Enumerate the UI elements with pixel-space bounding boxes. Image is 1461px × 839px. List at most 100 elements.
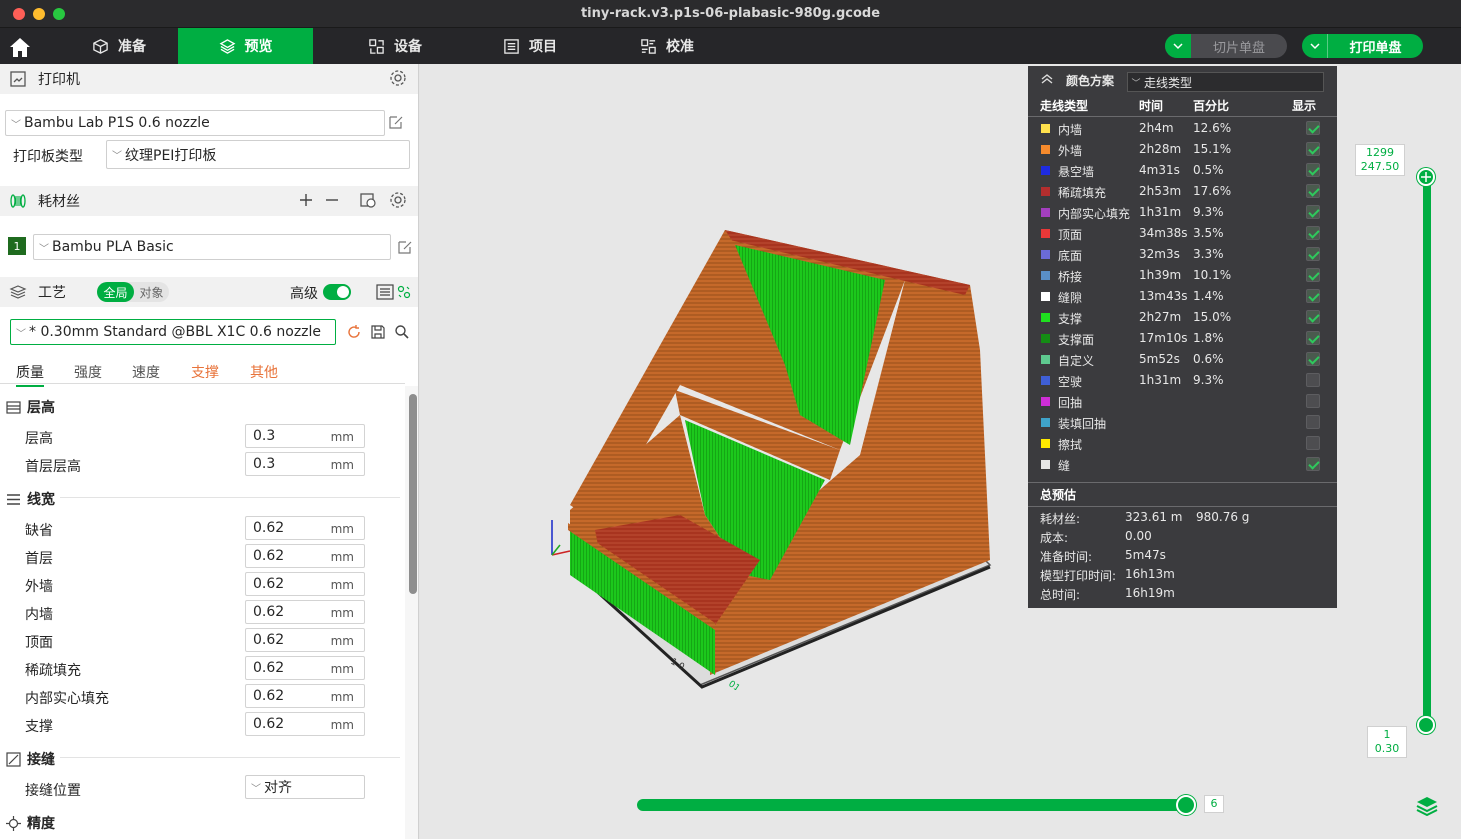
tab-preview[interactable]: 预览 xyxy=(178,28,313,64)
legend-visibility-checkbox[interactable] xyxy=(1306,310,1320,324)
legend-feature-name: 底面 xyxy=(1058,249,1083,263)
line-width-sparse-infill-input[interactable]: 0.62 mm xyxy=(245,656,365,680)
legend-feature-time: 2h28m xyxy=(1139,142,1182,156)
layers-icon xyxy=(219,38,235,54)
line-width-value: 0.62 xyxy=(253,520,285,536)
legend-feature-time: 4m31s xyxy=(1139,163,1180,177)
layer-height-input[interactable]: 0.3 mm xyxy=(245,424,365,448)
tab-prepare[interactable]: 准备 xyxy=(60,28,178,64)
process-compare-icon[interactable] xyxy=(397,285,411,299)
legend-visibility-checkbox[interactable] xyxy=(1306,331,1320,345)
remove-filament-icon[interactable] xyxy=(325,193,339,207)
legend-visibility-checkbox[interactable] xyxy=(1306,289,1320,303)
filament-settings-gear-icon[interactable] xyxy=(389,191,407,209)
line-width-solid-infill-input[interactable]: 0.62 mm xyxy=(245,684,365,708)
summary-filament-weight: 980.76 g xyxy=(1196,510,1250,524)
settings-scrollbar[interactable] xyxy=(409,394,417,594)
tab-project-label: 项目 xyxy=(529,39,557,55)
edit-filament-icon[interactable] xyxy=(397,239,413,255)
line-width-default-input[interactable]: 0.62 mm xyxy=(245,516,365,540)
legend-feature-percent: 9.3% xyxy=(1193,373,1224,387)
print-plate-button[interactable]: 打印单盘 xyxy=(1302,34,1423,58)
legend-visibility-checkbox[interactable] xyxy=(1306,163,1320,177)
plate-type-select[interactable]: ﹀ 纹理PEI打印板 xyxy=(106,140,410,169)
line-width-outer-wall-input[interactable]: 0.62 mm xyxy=(245,572,365,596)
advanced-switch[interactable] xyxy=(323,284,351,300)
legend-visibility-checkbox[interactable] xyxy=(1306,226,1320,240)
top-navigation: 准备 预览 设备 项目 校准 切片单盘 打印单盘 xyxy=(0,28,1461,64)
line-width-inner-wall-input[interactable]: 0.62 mm xyxy=(245,600,365,624)
tab-speed[interactable]: 速度 xyxy=(132,362,160,382)
legend-visibility-checkbox[interactable] xyxy=(1306,373,1320,387)
chevron-down-icon xyxy=(1173,42,1183,49)
process-scope-toggle[interactable]: 全局 对象 xyxy=(97,282,169,302)
legend-visibility-checkbox[interactable] xyxy=(1306,247,1320,261)
tab-strength[interactable]: 强度 xyxy=(74,362,102,382)
legend-visibility-checkbox[interactable] xyxy=(1306,436,1320,450)
plus-icon xyxy=(1421,172,1431,182)
scope-object-option[interactable]: 对象 xyxy=(134,282,169,302)
color-scheme-label: 颜色方案 xyxy=(1066,74,1115,88)
legend-visibility-checkbox[interactable] xyxy=(1306,142,1320,156)
legend-color-swatch xyxy=(1041,271,1050,280)
legend-visibility-checkbox[interactable] xyxy=(1306,121,1320,135)
legend-visibility-checkbox[interactable] xyxy=(1306,184,1320,198)
filament-slot-badge[interactable]: 1 xyxy=(8,237,26,255)
tab-others[interactable]: 其他 xyxy=(250,362,278,382)
first-layer-height-input[interactable]: 0.3 mm xyxy=(245,452,365,476)
edit-printer-icon[interactable] xyxy=(388,114,404,130)
scope-global-option[interactable]: 全局 xyxy=(97,282,134,302)
move-slider-handle[interactable] xyxy=(1176,795,1196,815)
layer-slider-track[interactable] xyxy=(1423,177,1431,725)
filament-select[interactable]: ﹀ Bambu PLA Basic xyxy=(33,234,391,260)
printer-settings-gear-icon[interactable] xyxy=(389,69,407,87)
summary-model-time-value: 16h13m xyxy=(1125,567,1175,581)
process-preset-select[interactable]: ﹀ * 0.30mm Standard @BBL X1C 0.6 nozzle xyxy=(10,319,336,345)
top-layer-handle[interactable] xyxy=(1417,168,1435,186)
add-filament-icon[interactable] xyxy=(299,193,313,207)
legend-color-swatch xyxy=(1041,334,1050,343)
line-width-first-layer-input[interactable]: 0.62 mm xyxy=(245,544,365,568)
legend-visibility-checkbox[interactable] xyxy=(1306,457,1320,471)
process-list-icon[interactable] xyxy=(376,284,394,300)
tab-calibrate[interactable]: 校准 xyxy=(607,28,727,64)
filament-sync-icon[interactable] xyxy=(359,191,377,209)
filament-name-value: Bambu PLA Basic xyxy=(52,239,174,255)
layers-toggle-icon[interactable] xyxy=(1416,796,1438,816)
line-width-top-surface-input[interactable]: 0.62 mm xyxy=(245,628,365,652)
print-options-dropdown[interactable] xyxy=(1302,34,1328,58)
save-preset-icon[interactable] xyxy=(370,324,386,340)
printer-model-select[interactable]: ﹀ Bambu Lab P1S 0.6 nozzle xyxy=(5,110,385,136)
legend-feature-time: 1h31m xyxy=(1139,373,1182,387)
bottom-layer-label: 1 0.30 xyxy=(1367,726,1407,758)
gcode-preview-model[interactable]: 1 0 01 xyxy=(540,225,1000,690)
home-button[interactable] xyxy=(6,34,34,60)
color-scheme-select[interactable]: ﹀ 走线类型 xyxy=(1127,72,1324,92)
legend-visibility-checkbox[interactable] xyxy=(1306,268,1320,282)
legend-visibility-checkbox[interactable] xyxy=(1306,205,1320,219)
tab-project[interactable]: 项目 xyxy=(470,28,590,64)
line-width-support-input[interactable]: 0.62 mm xyxy=(245,712,365,736)
legend-feature-percent: 1.8% xyxy=(1193,331,1224,345)
line-width-value: 0.62 xyxy=(253,660,285,676)
legend-visibility-checkbox[interactable] xyxy=(1306,352,1320,366)
legend-divider xyxy=(1028,116,1337,117)
summary-model-time-label: 模型打印时间: xyxy=(1040,569,1117,583)
legend-feature-time: 2h4m xyxy=(1139,121,1174,135)
legend-feature-percent: 1.4% xyxy=(1193,289,1224,303)
top-layer-label: 1299 247.50 xyxy=(1355,144,1405,176)
collapse-legend-icon[interactable] xyxy=(1041,74,1053,84)
slice-plate-button[interactable]: 切片单盘 xyxy=(1165,34,1287,58)
tab-support[interactable]: 支撑 xyxy=(191,362,219,382)
move-slider-track[interactable] xyxy=(637,799,1187,811)
process-subtabs: 质量 强度 速度 支撑 其他 xyxy=(0,360,405,387)
reset-preset-icon[interactable] xyxy=(346,324,362,340)
tab-quality[interactable]: 质量 xyxy=(16,362,44,387)
tab-device[interactable]: 设备 xyxy=(335,28,455,64)
bottom-layer-handle[interactable] xyxy=(1417,716,1435,734)
legend-visibility-checkbox[interactable] xyxy=(1306,394,1320,408)
legend-visibility-checkbox[interactable] xyxy=(1306,415,1320,429)
search-icon[interactable] xyxy=(394,324,410,340)
seam-position-select[interactable]: ﹀ 对齐 xyxy=(245,775,365,799)
slice-options-dropdown[interactable] xyxy=(1165,34,1191,58)
